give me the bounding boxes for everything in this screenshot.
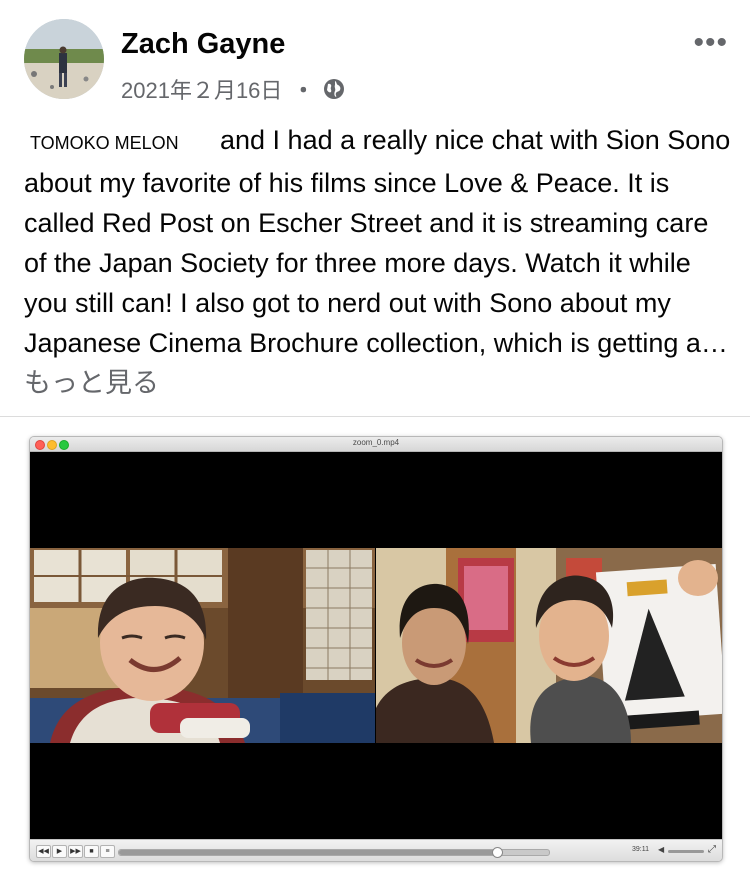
room-scene-right xyxy=(376,548,722,743)
fast-forward-icon[interactable]: ▶▶ xyxy=(68,845,83,858)
player-controls: ◀◀ ▶ ▶▶ ■ ≡ 39:11 ◀ ⤢ xyxy=(30,839,722,861)
play-icon[interactable]: ▶ xyxy=(52,845,67,858)
volume-slider[interactable] xyxy=(668,850,704,853)
post-header: Zach Gayne 2021年２月16日 ・ ••• xyxy=(0,0,750,110)
progress-fill xyxy=(119,850,498,855)
post-meta: 2021年２月16日 ・ xyxy=(121,73,346,105)
room-scene xyxy=(30,548,375,743)
timecode: 39:11 xyxy=(632,846,649,853)
video-player-window[interactable]: zoom_0.mp4 ◀◀ ▶ ▶▶ ■ ≡ 39:11 ◀ ⤢ xyxy=(29,436,723,862)
post-date[interactable]: 2021年２月16日 xyxy=(121,73,282,105)
stop-icon[interactable]: ■ xyxy=(84,845,99,858)
player-titlebar[interactable]: zoom_0.mp4 xyxy=(30,437,722,452)
progress-scrubber[interactable] xyxy=(118,847,550,858)
video-filename: zoom_0.mp4 xyxy=(352,438,400,447)
author-name[interactable]: Zach Gayne xyxy=(121,28,285,61)
divider xyxy=(0,416,750,417)
video-frame[interactable] xyxy=(30,452,722,839)
post-body: TOMOKO MELON and I had a really nice chat… xyxy=(24,120,736,403)
progress-knob[interactable] xyxy=(492,847,504,858)
avatar-photo xyxy=(24,19,104,99)
meta-separator: ・ xyxy=(292,78,315,103)
mention-tag[interactable]: TOMOKO MELON xyxy=(24,123,222,163)
video-feed-right xyxy=(376,548,722,743)
more-options-icon[interactable]: ••• xyxy=(693,26,728,60)
video-feed-left xyxy=(30,548,375,743)
volume-low-icon[interactable]: ◀ xyxy=(658,845,664,854)
playlist-icon[interactable]: ≡ xyxy=(100,845,115,858)
avatar[interactable] xyxy=(24,19,104,99)
rewind-icon[interactable]: ◀◀ xyxy=(36,845,51,858)
see-more-link[interactable]: もっと見る xyxy=(24,368,159,398)
globe-icon xyxy=(324,79,345,99)
fullscreen-icon[interactable]: ⤢ xyxy=(708,844,716,855)
